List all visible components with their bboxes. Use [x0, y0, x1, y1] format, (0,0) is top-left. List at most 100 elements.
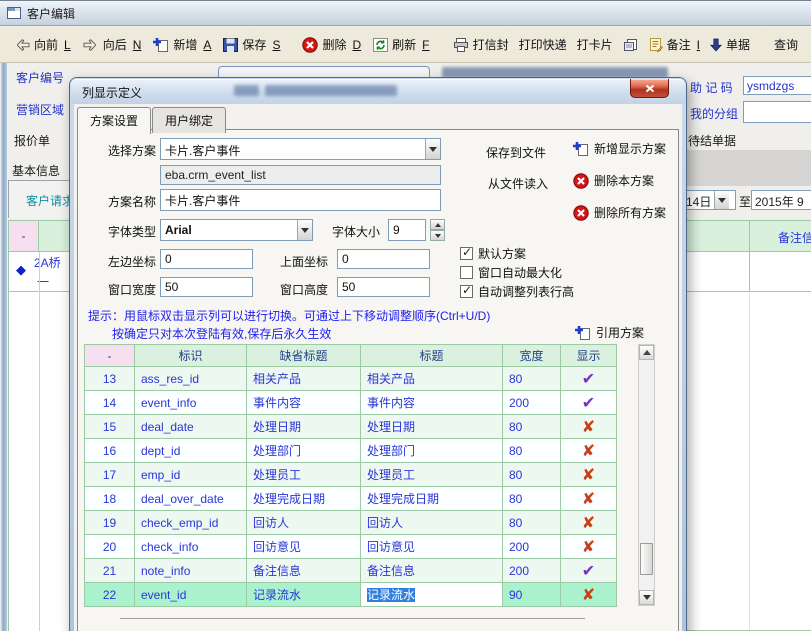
customer-row-text: 2A桥 [34, 254, 61, 271]
auto-maximize-checkbox[interactable]: 窗口自动最大化 [460, 264, 562, 281]
pending-docs-label[interactable]: 待结单据 [688, 132, 736, 149]
scheme-code-field[interactable] [160, 165, 441, 185]
font-size-spinner [430, 219, 445, 241]
scrollbar-thumb[interactable] [640, 543, 653, 575]
header-width: 宽度 [503, 345, 561, 367]
back-button[interactable]: 向后N [77, 32, 148, 57]
customer-no-label: 客户编号 [16, 69, 64, 86]
date-to-select[interactable]: 2015年 9 [751, 190, 811, 210]
spinner-up-icon[interactable] [430, 219, 445, 230]
table-row[interactable]: 17emp_id处理员工处理员工80✘ [85, 463, 617, 487]
default-scheme-checkbox[interactable]: 默认方案 [460, 245, 526, 262]
show-flag[interactable]: ✔ [561, 559, 617, 583]
hand-left-icon [14, 39, 30, 51]
refresh-label: 刷新 [392, 36, 416, 53]
table-row-selected[interactable]: 22event_id记录流水记录流水90✘ [85, 583, 617, 607]
read-from-file-button[interactable]: 从文件读入 [488, 175, 548, 192]
refresh-button[interactable]: 刷新F [367, 32, 435, 57]
add-scheme-button[interactable]: 新增显示方案 [573, 140, 666, 157]
table-row[interactable]: 15deal_date处理日期处理日期80✘ [85, 415, 617, 439]
dialog-title: 列显示定义 [82, 84, 142, 101]
table-row[interactable]: 14event_info事件内容事件内容200✔ [85, 391, 617, 415]
scroll-down-icon[interactable] [639, 590, 654, 605]
delete-all-schemes-label: 删除所有方案 [594, 204, 666, 221]
quote-label[interactable]: 报价单 [14, 132, 50, 149]
query-button[interactable]: 查询 [769, 32, 803, 57]
table-row[interactable]: 21note_info备注信息备注信息200✔ [85, 559, 617, 583]
date-from-select[interactable]: 14日 [682, 190, 736, 210]
show-flag[interactable]: ✔ [561, 367, 617, 391]
table-row[interactable]: 18deal_over_date处理完成日期处理完成日期80✘ [85, 487, 617, 511]
checkbox-icon [460, 266, 473, 279]
notes-grid-row[interactable] [687, 252, 811, 292]
table-row[interactable]: 19check_emp_id回访人回访人80✘ [85, 511, 617, 535]
mnemonic-label: 助 记 码 [690, 79, 733, 96]
font-type-combobox[interactable]: Arial [160, 219, 313, 241]
header-dash: - [85, 345, 135, 367]
close-button[interactable] [630, 79, 669, 98]
save-button[interactable]: 保存S [217, 32, 286, 57]
save-label: 保存 [242, 36, 266, 53]
tab-scheme-settings[interactable]: 方案设置 [77, 107, 151, 134]
table-row[interactable]: 16dept_id处理部门处理部门80✘ [85, 439, 617, 463]
delete-all-schemes-button[interactable]: 删除所有方案 [573, 204, 666, 221]
header-title: 标题 [361, 345, 503, 367]
print-envelope-button[interactable]: 打信封 [448, 32, 514, 57]
customer-request-tab[interactable]: 客户请求 [26, 192, 74, 209]
print-card-button[interactable]: 打卡片 [572, 32, 618, 57]
note-icon [649, 38, 663, 52]
font-dropdown-icon[interactable] [297, 220, 312, 240]
left-coord-input[interactable] [160, 249, 253, 269]
apply-scheme-button[interactable]: 引用方案 [575, 324, 644, 341]
date-from-dropdown-icon[interactable] [714, 191, 729, 209]
win-height-input[interactable] [337, 277, 430, 297]
scheme-name-label: 方案名称 [108, 193, 156, 210]
delete-button[interactable]: 删除D [296, 32, 367, 57]
table-scrollbar[interactable] [638, 344, 655, 606]
show-flag[interactable]: ✘ [561, 439, 617, 463]
table-row[interactable]: 13ass_res_id相关产品相关产品80✔ [85, 367, 617, 391]
auto-row-height-checkbox[interactable]: 自动调整列表行高 [460, 283, 574, 300]
notes-grid: 备注信息 [686, 220, 811, 631]
close-icon [645, 84, 655, 93]
show-flag[interactable]: ✘ [561, 511, 617, 535]
show-flag[interactable]: ✘ [561, 535, 617, 559]
scheme-name-input[interactable] [160, 189, 441, 211]
show-flag[interactable]: ✘ [561, 415, 617, 439]
mnemonic-input[interactable] [743, 76, 811, 95]
delete-scheme-button[interactable]: 删除本方案 [573, 172, 654, 189]
documents-button[interactable]: 单据 [705, 32, 755, 57]
select-scheme-combobox[interactable]: 卡片.客户事件 [160, 138, 441, 160]
forward-button[interactable]: 向前L [8, 32, 77, 57]
new-button[interactable]: 新增A [147, 32, 217, 57]
print-card2-button[interactable] [618, 34, 644, 56]
basic-info-tab[interactable]: 基本信息 [12, 162, 60, 179]
top-coord-input[interactable] [337, 249, 430, 269]
window-icon [7, 7, 21, 19]
show-flag[interactable]: ✔ [561, 391, 617, 415]
show-flag[interactable]: ✘ [561, 583, 617, 607]
add-scheme-label: 新增显示方案 [594, 140, 666, 157]
spinner-down-icon[interactable] [430, 230, 445, 241]
my-group-label: 我的分组 [690, 105, 738, 122]
query-label: 查询 [774, 36, 798, 53]
header-id: 标识 [135, 345, 247, 367]
my-group-input[interactable] [743, 101, 811, 123]
scroll-up-icon[interactable] [639, 345, 654, 360]
save-to-file-button[interactable]: 保存到文件 [486, 144, 546, 161]
new-label: 新增 [173, 36, 197, 53]
show-flag[interactable]: ✘ [561, 463, 617, 487]
scheme-dropdown-icon[interactable] [425, 139, 440, 159]
table-row[interactable]: 20check_info回访意见回访意见200✘ [85, 535, 617, 559]
show-flag[interactable]: ✘ [561, 487, 617, 511]
print-express-button[interactable]: 打印快递 [514, 32, 572, 57]
tab-user-binding[interactable]: 用户绑定 [152, 107, 226, 133]
back-label: 向后 [103, 36, 127, 53]
header-default-title: 缺省标题 [247, 345, 361, 367]
hand-right-icon [83, 39, 99, 51]
title-edit-cell[interactable]: 记录流水 [361, 583, 503, 607]
font-size-input[interactable] [388, 219, 426, 241]
win-width-input[interactable] [160, 277, 253, 297]
remark-button[interactable]: 备注I [644, 32, 705, 57]
dialog-titlebar[interactable]: 列显示定义 [71, 79, 685, 104]
